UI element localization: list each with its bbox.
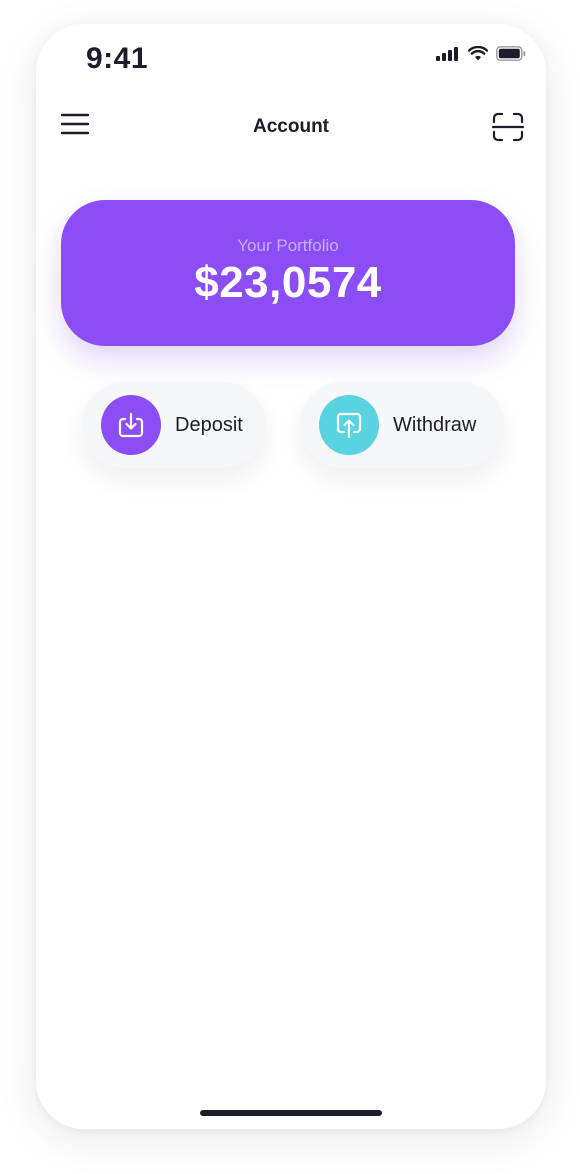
wifi-icon (468, 46, 488, 61)
cellular-signal-icon (436, 46, 458, 61)
portfolio-label: Your Portfolio (237, 236, 339, 255)
portfolio-value: $23,0574 (194, 258, 382, 307)
battery-icon (496, 46, 526, 61)
scan-button[interactable] (491, 112, 525, 142)
withdraw-icon-circle (319, 395, 379, 455)
withdraw-button[interactable]: Withdraw (300, 382, 504, 468)
screen: 9:41 Account Your Portfolio $23,0574 Dep… (0, 0, 580, 1174)
download-tray-icon (118, 412, 144, 438)
portfolio-card: Your Portfolio $23,0574 (61, 200, 515, 346)
page-title: Account (253, 116, 329, 137)
deposit-label: Deposit (175, 413, 243, 436)
deposit-icon-circle (101, 395, 161, 455)
withdraw-label: Withdraw (393, 413, 477, 436)
deposit-button[interactable]: Deposit (82, 382, 266, 468)
status-icons (436, 46, 526, 61)
phone-frame: 9:41 Account Your Portfolio $23,0574 Dep… (36, 24, 546, 1129)
upload-tray-icon (336, 412, 362, 439)
home-indicator[interactable] (200, 1110, 382, 1116)
status-time: 9:41 (86, 42, 149, 75)
scan-icon (491, 112, 525, 142)
